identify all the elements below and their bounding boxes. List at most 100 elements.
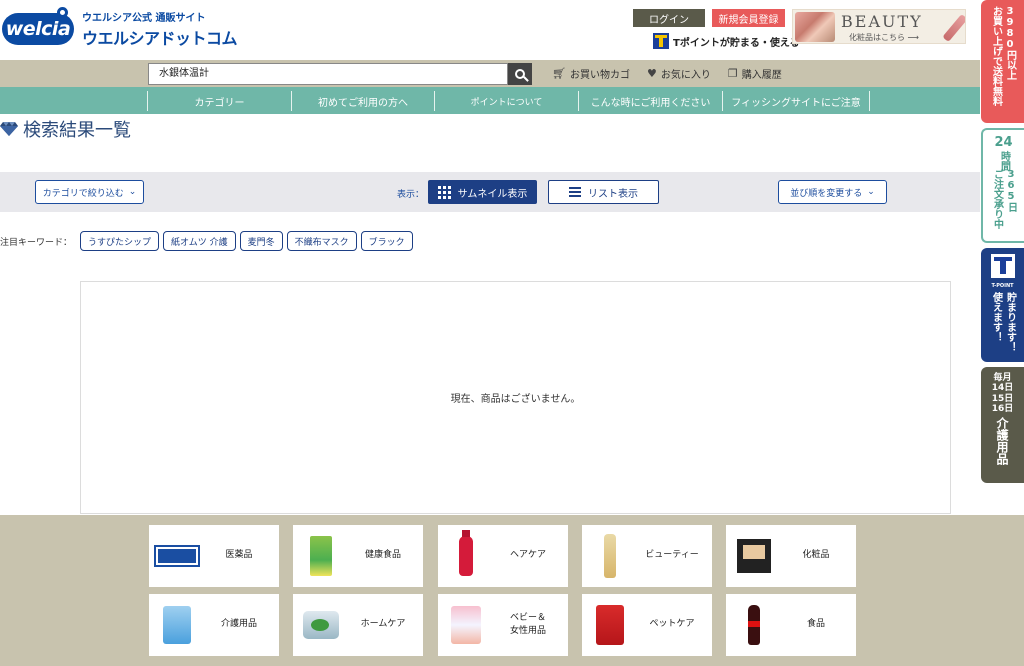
nursing-day-title: 介護用品 [995, 417, 1009, 466]
register-button[interactable]: 新規会員登録 [712, 9, 785, 27]
shipping-tab-amount: 3980円以上 [1004, 6, 1016, 80]
category-label: ペットケア [649, 619, 695, 630]
category-filter-label: カテゴリで絞り込む [42, 188, 124, 199]
tpoint-caption: T-POINT [991, 283, 1014, 289]
nursing-day-tab[interactable]: 毎月 14日 15日 16日 介護用品 [981, 367, 1024, 483]
beauty-banner-subtitle: 化粧品はこちら ⟶ [849, 33, 920, 42]
list-view-button[interactable]: リスト表示 [548, 180, 659, 204]
search-input[interactable]: 水銀体温計 [148, 63, 508, 85]
category-card-home-care[interactable]: ホームケア [293, 594, 423, 656]
keyword-row: 注目キーワード： うすぴたシップ 紙オムツ 介護 麦門冬 不織布マスク ブラック [0, 231, 417, 251]
category-card-cosmetics[interactable]: 化粧品 [726, 525, 856, 587]
login-button[interactable]: ログイン [633, 9, 705, 27]
cola-bottle-icon [748, 605, 760, 645]
nursing-day-date: 16日 [991, 404, 1014, 415]
tpoint-logo-icon [990, 254, 1015, 278]
page: welcia ウエルシア公式 通販サイト ウエルシアドットコム ログイン 新規会… [0, 0, 1024, 666]
tpoint-tab-use: 使えます！ [990, 292, 1002, 342]
baby-pack-icon [451, 606, 481, 644]
category-label: ホームケア [360, 619, 406, 630]
search-icon [515, 69, 525, 79]
history-icon: ❐ [727, 67, 738, 80]
hours-tab-number: 24 [994, 135, 1013, 150]
site-logo[interactable]: welcia ウエルシア公式 通販サイト ウエルシアドットコム [2, 7, 238, 49]
page-title: 検索結果一覧 [0, 116, 131, 142]
beauty-bottle-icon [604, 534, 616, 578]
main-nav: カテゴリー 初めてご利用の方へ ポイントについて こんな時にご利用ください フィ… [0, 87, 980, 114]
tpoint-text: Tポイントが貯まる・使える [673, 37, 800, 49]
detergent-icon [303, 611, 339, 639]
favorites-link-label: お気に入り [660, 70, 711, 81]
nav-item-first-time[interactable]: 初めてご利用の方へ [291, 91, 434, 111]
site-header: welcia ウエルシア公式 通販サイト ウエルシアドットコム ログイン 新規会… [0, 0, 980, 60]
hours-tab-unit: 時間 [998, 151, 1010, 171]
thumbnail-view-label: サムネイル表示 [457, 188, 528, 200]
category-label: 医薬品 [225, 550, 253, 561]
logo-name: ウエルシアドットコム [82, 29, 238, 48]
makeup-brush-icon [942, 13, 965, 43]
category-card-hair-care[interactable]: ヘアケア [438, 525, 568, 587]
category-card-beauty[interactable]: ビューティー [582, 525, 712, 587]
logo-text: ウエルシア公式 通販サイト ウエルシアドットコム [82, 9, 238, 49]
heart-icon: ♥ [646, 67, 657, 80]
keyword-tag[interactable]: 麦門冬 [239, 231, 283, 251]
list-icon [569, 185, 581, 199]
nav-item-phishing[interactable]: フィッシングサイトにご注意 [722, 91, 869, 111]
keyword-tag[interactable]: 紙オムツ 介護 [163, 231, 236, 251]
beauty-banner[interactable]: BEAUTY 化粧品はこちら ⟶ [792, 9, 966, 44]
view-mode-label: 表示： [397, 190, 425, 200]
history-link[interactable]: ❐ 購入履歴 [728, 66, 782, 81]
hours-tab-text: ご注文承り中 [991, 169, 1003, 229]
cart-icon: 🛒︎ [552, 67, 566, 80]
category-label: 健康食品 [364, 550, 401, 561]
logo-tagline: ウエルシア公式 通販サイト [82, 13, 206, 24]
keyword-tag[interactable]: ブラック [360, 231, 413, 251]
category-card-food[interactable]: 食品 [726, 594, 856, 656]
favorites-link[interactable]: ♥ お気に入り [647, 66, 711, 81]
shipping-tab-text: お買い上げで送料無料 [990, 6, 1002, 106]
search-button[interactable] [508, 63, 532, 85]
category-label: 化粧品 [802, 550, 830, 561]
category-card-health-food[interactable]: 健康食品 [293, 525, 423, 587]
sort-select[interactable]: 並び順を変更する ⌄ [778, 180, 887, 204]
nav-item-category[interactable]: カテゴリー [147, 91, 291, 111]
nav-item-usage[interactable]: こんな時にご利用ください [578, 91, 722, 111]
filter-bar: カテゴリで絞り込む ⌄ 表示： サムネイル表示 リスト表示 並び順を変更する ⌄ [0, 172, 980, 212]
makeup-palette-icon [795, 12, 835, 42]
nursing-day-date: 15日 [991, 393, 1014, 404]
24h-order-tab[interactable]: 24 時間 365日 ご注文承り中 [981, 128, 1024, 243]
results-panel: 現在、商品はございません。 [80, 281, 951, 514]
category-card-baby-women[interactable]: ベビー＆ 女性用品 [438, 594, 568, 656]
tpoint-tab[interactable]: T-POINT 貯まります！ 使えます！ [981, 248, 1024, 362]
nursing-day-label: 毎月 [993, 373, 1012, 383]
keyword-tag[interactable]: うすぴたシップ [80, 231, 160, 251]
category-card-pet-care[interactable]: ペットケア [582, 594, 712, 656]
logo-badge: welcia [2, 7, 74, 45]
tpoint-notice[interactable]: Tポイントが貯まる・使える [653, 33, 800, 49]
page-title-text: 検索結果一覧 [23, 120, 131, 141]
category-label: ベビー＆ 女性用品 [509, 612, 546, 637]
category-card-nursing[interactable]: 介護用品 [149, 594, 279, 656]
medicine-box-icon [154, 545, 200, 567]
quick-links: 🛒︎ お買い物カゴ ♥ お気に入り ❐ 購入履歴 [552, 66, 799, 81]
category-filter-select[interactable]: カテゴリで絞り込む ⌄ [35, 180, 144, 204]
thumbnail-view-button[interactable]: サムネイル表示 [428, 180, 537, 204]
logo-brand-text: welcia [5, 18, 71, 40]
tpoint-icon [653, 33, 669, 49]
chevron-down-icon: ⌄ [128, 187, 137, 197]
empty-results-message: 現在、商品はございません。 [450, 394, 581, 405]
keyword-tag[interactable]: 不織布マスク [286, 231, 357, 251]
cart-link[interactable]: 🛒︎ お買い物カゴ [552, 66, 630, 81]
diaper-pack-icon [163, 606, 191, 644]
nav-item-points[interactable]: ポイントについて [434, 91, 578, 111]
nursing-day-date: 14日 [991, 383, 1014, 394]
free-shipping-tab[interactable]: 3980円以上 お買い上げで送料無料 [981, 0, 1024, 123]
beauty-banner-title: BEAUTY [841, 12, 923, 31]
category-card-medicine[interactable]: 医薬品 [149, 525, 279, 587]
pet-food-icon [596, 605, 624, 645]
search-bar: 水銀体温計 🛒︎ お買い物カゴ ♥ お気に入り ❐ 購入履歴 [0, 60, 980, 87]
category-label: ヘアケア [509, 550, 546, 561]
tpoint-tab-earn: 貯まります！ [1004, 292, 1016, 352]
history-link-label: 購入履歴 [741, 70, 782, 81]
category-label: 介護用品 [220, 619, 257, 630]
